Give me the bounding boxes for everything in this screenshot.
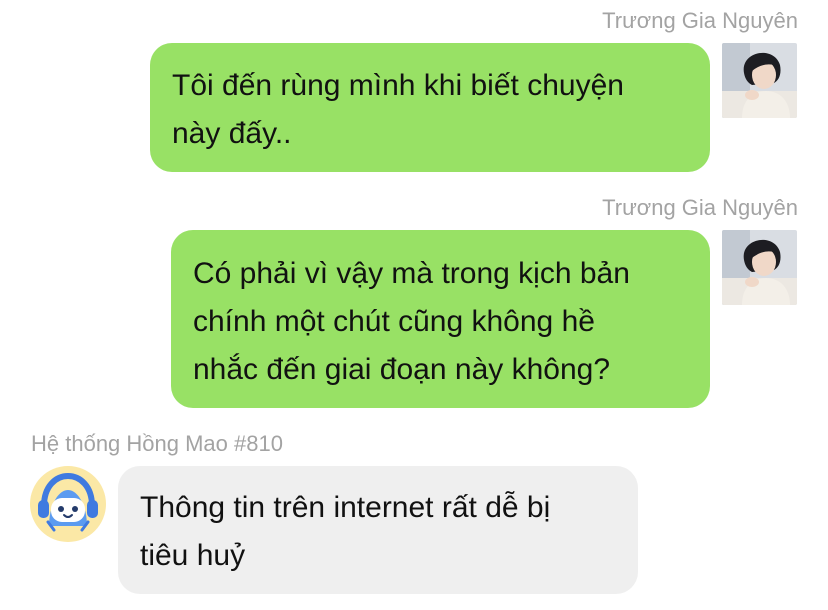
message-text: Thông tin trên internet rất dễ bị tiêu h… — [140, 491, 551, 572]
user-avatar-icon[interactable] — [722, 43, 797, 118]
message-text: Tôi đến rùng mình khi biết chuyện này đấ… — [172, 69, 624, 150]
robot-mascot-avatar-icon[interactable] — [30, 466, 106, 542]
sender-name: Trương Gia Nguyên — [602, 195, 798, 220]
message-bubble[interactable]: Tôi đến rùng mình khi biết chuyện này đấ… — [150, 43, 710, 172]
message-bubble[interactable]: Thông tin trên internet rất dễ bị tiêu h… — [118, 466, 638, 594]
sender-name: Hệ thống Hồng Mao #810 — [31, 431, 283, 456]
user-avatar-icon[interactable] — [722, 230, 797, 305]
sender-name: Trương Gia Nguyên — [602, 8, 798, 33]
message-text: Có phải vì vậy mà trong kịch bản chính m… — [193, 257, 630, 386]
message-bubble[interactable]: Có phải vì vậy mà trong kịch bản chính m… — [171, 230, 710, 408]
